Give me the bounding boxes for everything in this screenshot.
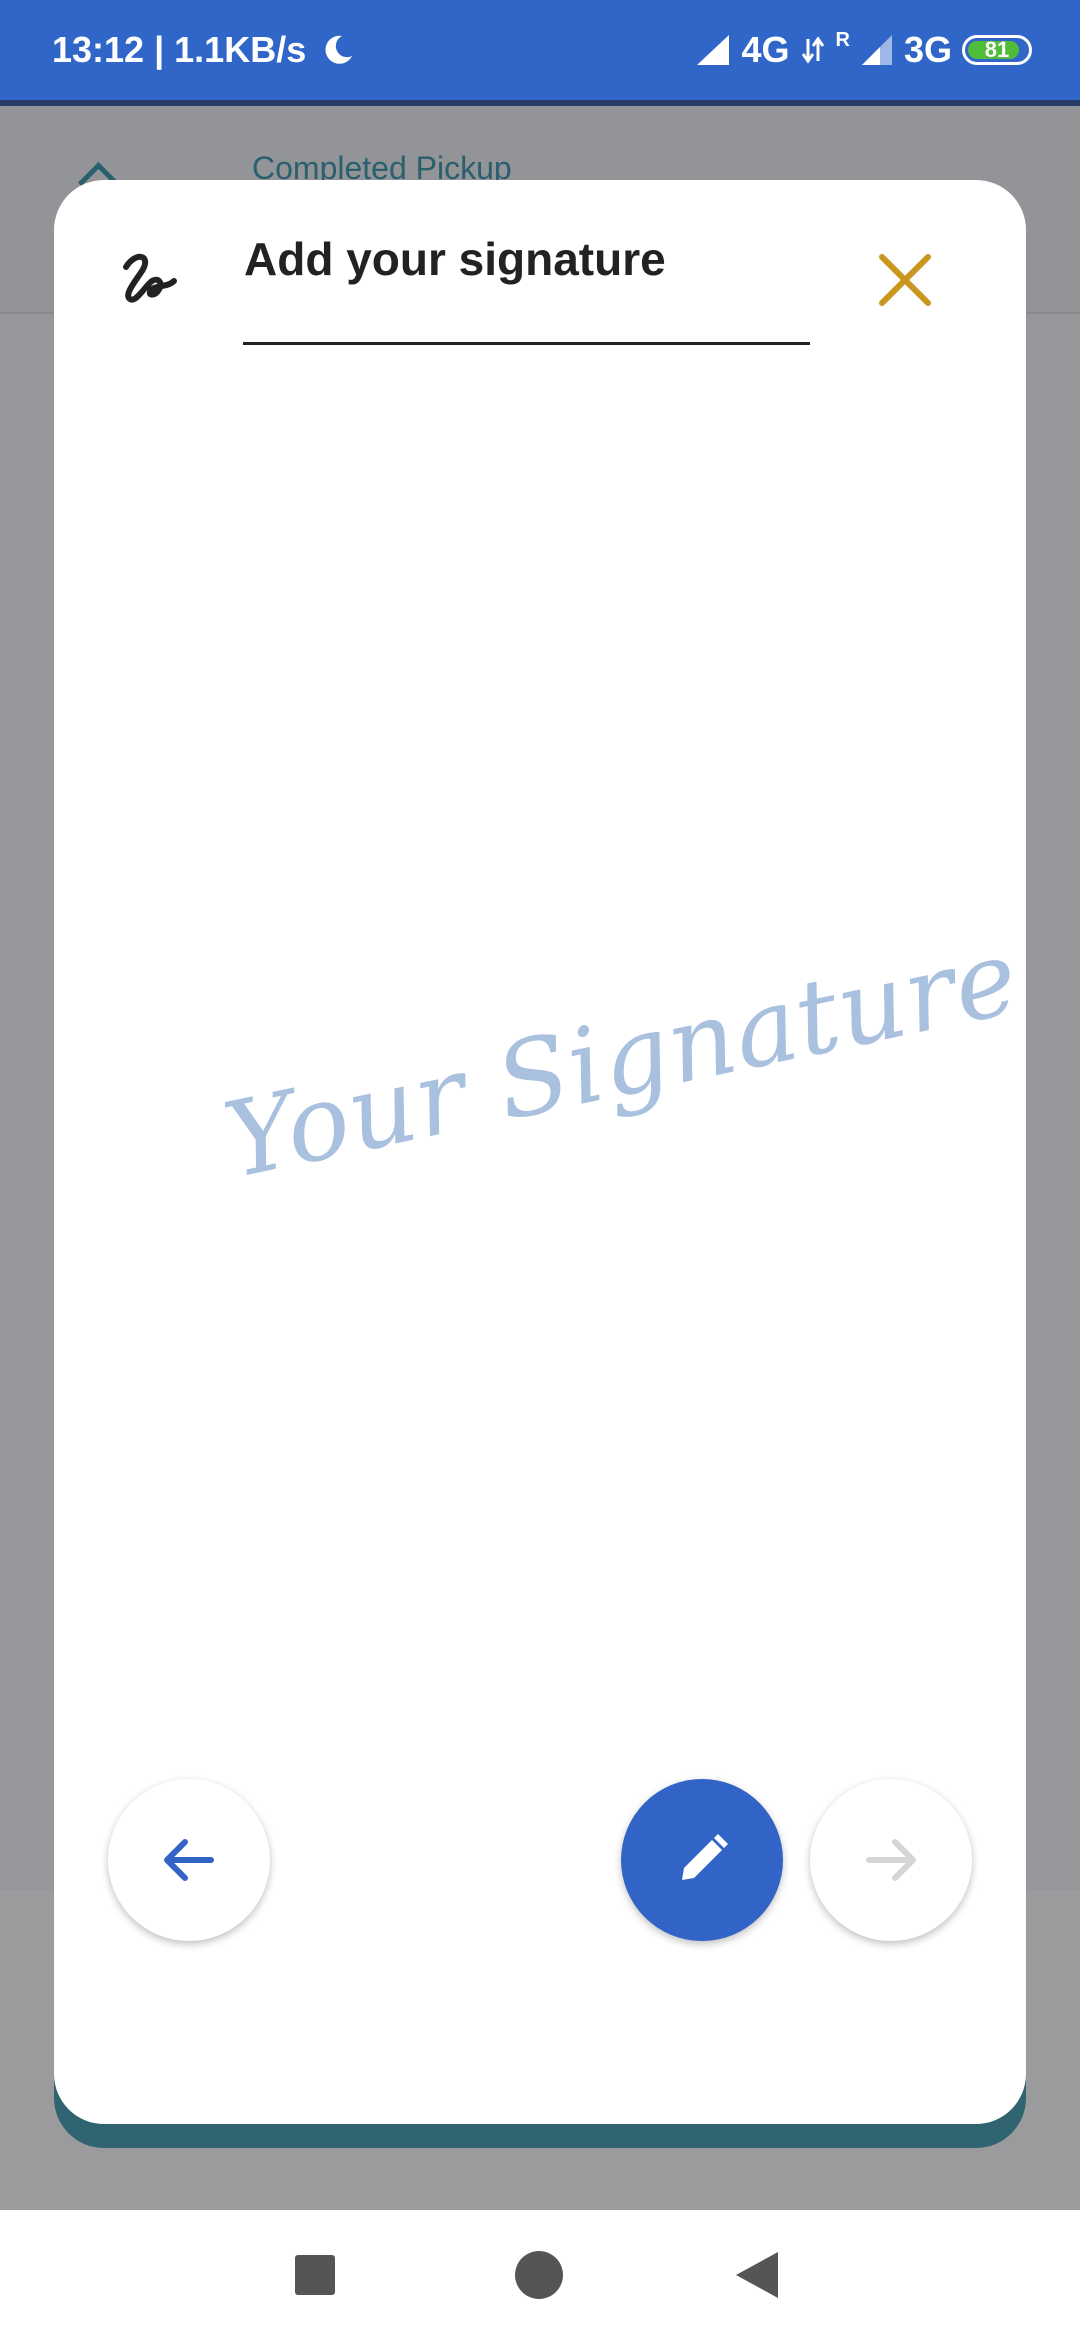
edit-signature-button[interactable] <box>621 1779 783 1941</box>
status-time-speed: 13:12 | 1.1KB/s <box>52 29 307 70</box>
back-button[interactable] <box>108 1779 270 1941</box>
arrow-left-icon <box>164 1839 214 1881</box>
navigation-bar <box>0 2210 1080 2340</box>
system-back-button[interactable] <box>712 2210 802 2340</box>
modal-title: Add your signature <box>244 233 666 285</box>
square-icon <box>295 2255 335 2295</box>
recents-button[interactable] <box>270 2210 360 2340</box>
title-underline <box>243 342 810 345</box>
triangle-back-icon <box>736 2252 778 2298</box>
signal-icon <box>697 35 730 65</box>
status-left: 13:12 | 1.1KB/s <box>52 29 356 71</box>
signature-logo-icon <box>123 254 177 303</box>
circle-icon <box>515 2251 563 2299</box>
signal-roaming-icon <box>861 35 892 65</box>
pencil-icon <box>682 1834 728 1880</box>
data-transfer-icon <box>801 36 824 64</box>
roaming-indicator: R <box>835 28 850 51</box>
next-button[interactable] <box>810 1779 972 1941</box>
status-bar: 13:12 | 1.1KB/s 4G R 3G 81 <box>0 0 1080 106</box>
network-4g: 4G <box>741 29 790 70</box>
home-button[interactable] <box>494 2210 584 2340</box>
network-3g: 3G <box>903 29 952 70</box>
signature-canvas[interactable]: Your Signature <box>215 915 1029 1260</box>
close-icon <box>879 254 931 306</box>
battery-icon: 81 <box>962 35 1032 65</box>
moon-icon <box>325 35 353 64</box>
arrow-right-icon <box>866 1839 916 1881</box>
battery-level: 81 <box>984 37 1010 62</box>
status-right: 4G R 3G 81 <box>695 29 1032 71</box>
close-button[interactable] <box>870 245 940 315</box>
